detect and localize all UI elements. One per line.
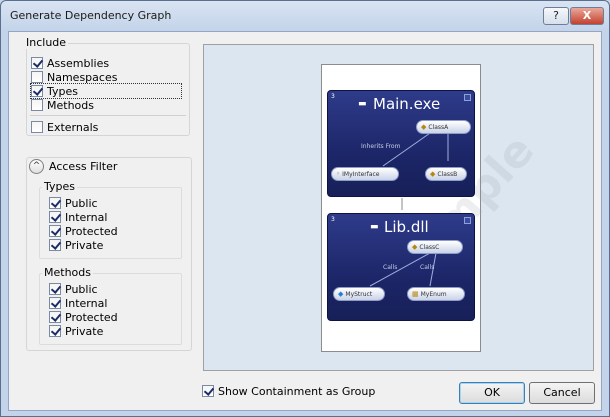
close-button[interactable]: X [570, 7, 604, 25]
include-externals[interactable]: Externals [31, 120, 98, 134]
enum-icon: ▦ [412, 290, 419, 298]
namespaces-label: Namespaces [47, 70, 118, 84]
struct-icon: ◆ [338, 290, 344, 298]
externals-label: Externals [47, 120, 99, 134]
show-containment-checkbox[interactable] [202, 385, 214, 397]
methods-private-checkbox[interactable] [49, 325, 61, 337]
types-private[interactable]: Private [49, 238, 103, 252]
include-label: Include [24, 36, 69, 49]
lib-dll-node: 3 ▬ Lib.dll ◆ ClassC Calls Calls ◆ MyStr… [327, 213, 475, 321]
types-internal[interactable]: Internal [49, 210, 107, 224]
include-divider [30, 115, 186, 116]
show-containment-label: Show Containment as Group [218, 384, 376, 398]
preview-page: Sample 3 ▬ Main.exe ◆ ClassA Inherits Fr… [321, 64, 544, 352]
mystruct-label: MyStruct [345, 290, 373, 298]
methods-filter-label: Methods [42, 266, 93, 279]
types-label: Types [47, 84, 78, 98]
assemblies-label: Assemblies [47, 56, 110, 70]
types-internal-checkbox[interactable] [49, 211, 61, 223]
methods-protected[interactable]: Protected [49, 310, 118, 324]
methods-internal-label: Internal [65, 296, 108, 310]
myenum-label: MyEnum [420, 290, 447, 298]
class-icon: ◆ [412, 243, 418, 251]
methods-protected-checkbox[interactable] [49, 311, 61, 323]
cancel-button[interactable]: Cancel [529, 382, 595, 404]
types-public[interactable]: Public [49, 196, 98, 210]
window-title: Generate Dependency Graph [10, 9, 172, 22]
types-public-label: Public [65, 196, 98, 210]
show-containment-option[interactable]: Show Containment as Group [202, 384, 375, 398]
methods-private[interactable]: Private [49, 324, 103, 338]
types-internal-label: Internal [65, 210, 108, 224]
assemblies-checkbox[interactable] [31, 57, 43, 69]
methods-public[interactable]: Public [49, 282, 98, 296]
class-c-node: ◆ ClassC [407, 240, 463, 254]
methods-public-label: Public [65, 282, 98, 296]
types-protected[interactable]: Protected [49, 224, 118, 238]
externals-checkbox[interactable] [31, 121, 43, 133]
myenum-node: ▦ MyEnum [407, 287, 465, 301]
types-private-label: Private [65, 238, 104, 252]
access-filter-label: Access Filter [47, 160, 120, 173]
class-c-label: ClassC [419, 243, 440, 251]
namespaces-checkbox[interactable] [31, 71, 43, 83]
dialog-client-area: Include Assemblies Namespaces Types Meth… [8, 31, 602, 411]
types-checkbox[interactable] [31, 85, 43, 97]
help-button[interactable]: ? [543, 7, 569, 25]
include-assemblies[interactable]: Assemblies [31, 56, 109, 70]
calls-label-1: Calls [383, 264, 398, 271]
types-protected-label: Protected [65, 224, 118, 238]
include-methods[interactable]: Methods [31, 98, 94, 112]
methods-internal-checkbox[interactable] [49, 297, 61, 309]
types-protected-checkbox[interactable] [49, 225, 61, 237]
methods-private-label: Private [65, 324, 104, 338]
ok-button[interactable]: OK [459, 382, 525, 404]
methods-public-checkbox[interactable] [49, 283, 61, 295]
include-types[interactable]: Types [30, 83, 182, 99]
methods-internal[interactable]: Internal [49, 296, 107, 310]
calls-label-2: Calls [420, 264, 435, 271]
methods-checkbox[interactable] [31, 99, 43, 111]
collapse-chevron-up-icon[interactable]: ^ [29, 159, 44, 174]
methods-protected-label: Protected [65, 310, 118, 324]
lib-edges [369, 252, 437, 287]
include-namespaces[interactable]: Namespaces [31, 70, 117, 84]
types-public-checkbox[interactable] [49, 197, 61, 209]
title-bar[interactable]: Generate Dependency Graph ? X [1, 1, 609, 31]
dialog-window: Generate Dependency Graph ? X Include As… [0, 0, 610, 417]
types-private-checkbox[interactable] [49, 239, 61, 251]
mystruct-node: ◆ MyStruct [333, 287, 385, 301]
types-filter-label: Types [42, 180, 77, 193]
graph-preview: Sample 3 ▬ Main.exe ◆ ClassA Inherits Fr… [203, 44, 594, 371]
methods-label: Methods [47, 98, 94, 112]
